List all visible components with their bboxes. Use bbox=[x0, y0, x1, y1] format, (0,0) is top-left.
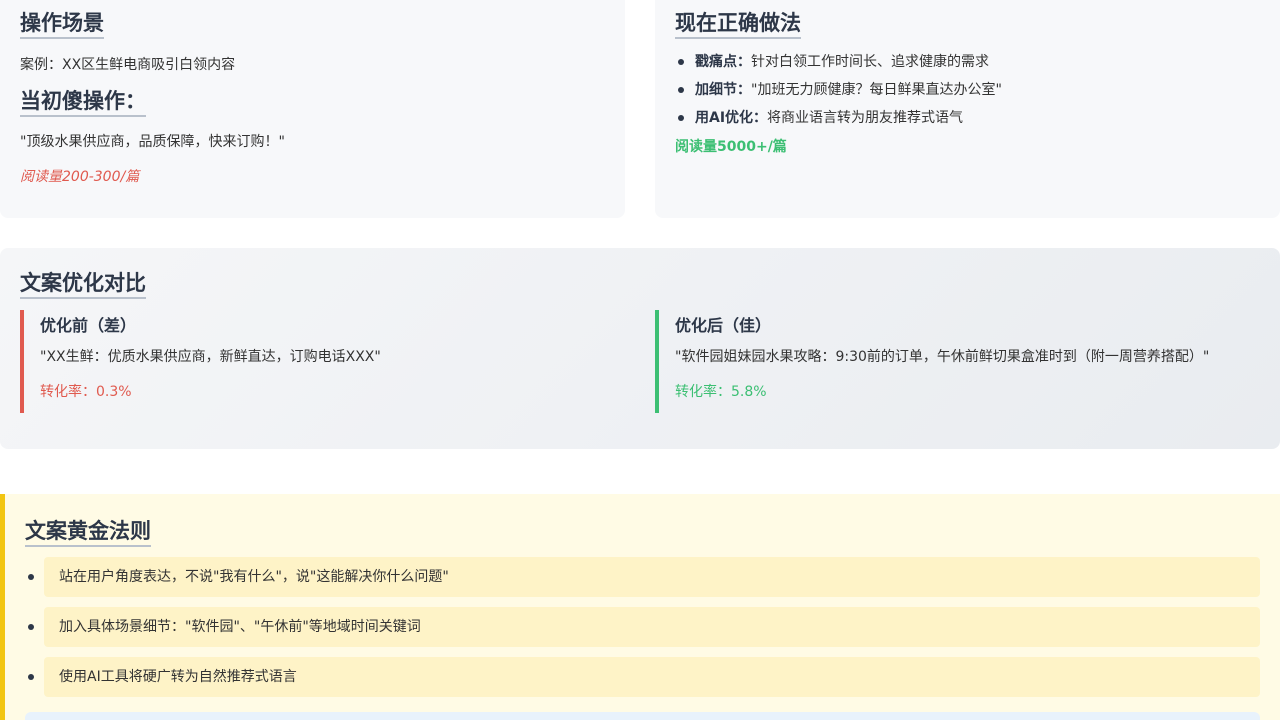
scene-card: 操作场景 案例：XX区生鲜电商吸引白领内容 当初傻操作： "顶级水果供应商，品质… bbox=[0, 0, 625, 218]
naive-title: 当初傻操作： bbox=[20, 89, 146, 118]
correct-reads: 阅读量5000+/篇 bbox=[675, 139, 787, 155]
naive-reads: 阅读量200-300/篇 bbox=[20, 169, 140, 185]
scene-title: 操作场景 bbox=[20, 11, 104, 40]
list-item: 戳痛点：针对白领工作时间长、追求健康的需求 bbox=[675, 52, 1002, 80]
item-text: 针对白领工作时间长、追求健康的需求 bbox=[751, 54, 989, 70]
bullet-icon bbox=[28, 674, 34, 680]
tip-box bbox=[25, 712, 1260, 720]
rule-item: 站在用户角度表达，不说"我有什么"，说"这能解决你什么问题" bbox=[44, 557, 1260, 597]
naive-quote: "顶级水果供应商，品质保障，快来订购！" bbox=[20, 134, 285, 150]
correct-list: 戳痛点：针对白领工作时间长、追求健康的需求 加细节："加班无力顾健康？每日鲜果直… bbox=[675, 52, 1002, 136]
rule-item: 使用AI工具将硬广转为自然推荐式语言 bbox=[44, 657, 1260, 697]
after-title: 优化后（佳） bbox=[675, 316, 772, 335]
rule-item: 加入具体场景细节："软件园"、"午休前"等地域时间关键词 bbox=[44, 607, 1260, 647]
compare-title: 文案优化对比 bbox=[20, 271, 146, 300]
item-text: "加班无力顾健康？每日鲜果直达办公室" bbox=[751, 82, 1002, 98]
correct-title: 现在正确做法 bbox=[675, 11, 801, 40]
before-rate: 转化率：0.3% bbox=[40, 384, 132, 400]
item-label: 加细节： bbox=[695, 82, 751, 98]
list-item: 用AI优化：将商业语言转为朋友推荐式语气 bbox=[675, 108, 1002, 136]
bullet-icon bbox=[28, 574, 34, 580]
item-label: 用AI优化： bbox=[695, 110, 768, 126]
item-text: 将商业语言转为朋友推荐式语气 bbox=[767, 110, 964, 126]
rules-title: 文案黄金法则 bbox=[25, 519, 151, 548]
after-rate: 转化率：5.8% bbox=[675, 384, 767, 400]
compare-before: 优化前（差） "XX生鲜：优质水果供应商，新鲜直达，订购电话XXX" 转化率：0… bbox=[20, 310, 620, 413]
rules-card: 文案黄金法则 站在用户角度表达，不说"我有什么"，说"这能解决你什么问题" 加入… bbox=[0, 494, 1280, 720]
page: 操作场景 案例：XX区生鲜电商吸引白领内容 当初傻操作： "顶级水果供应商，品质… bbox=[0, 0, 1280, 720]
scene-case: 案例：XX区生鲜电商吸引白领内容 bbox=[20, 57, 236, 73]
list-item: 加细节："加班无力顾健康？每日鲜果直达办公室" bbox=[675, 80, 1002, 108]
compare-after: 优化后（佳） "软件园姐妹园水果攻略：9:30前的订单，午休前鲜切果盒准时到（附… bbox=[655, 310, 1265, 413]
bullet-icon bbox=[28, 624, 34, 630]
before-quote: "XX生鲜：优质水果供应商，新鲜直达，订购电话XXX" bbox=[40, 349, 381, 365]
after-quote: "软件园姐妹园水果攻略：9:30前的订单，午休前鲜切果盒准时到（附一周营养搭配）… bbox=[675, 349, 1210, 365]
before-title: 优化前（差） bbox=[40, 316, 137, 335]
item-label: 戳痛点： bbox=[695, 54, 751, 70]
compare-card: 文案优化对比 优化前（差） "XX生鲜：优质水果供应商，新鲜直达，订购电话XXX… bbox=[0, 248, 1280, 449]
correct-card: 现在正确做法 戳痛点：针对白领工作时间长、追求健康的需求 加细节："加班无力顾健… bbox=[655, 0, 1280, 218]
